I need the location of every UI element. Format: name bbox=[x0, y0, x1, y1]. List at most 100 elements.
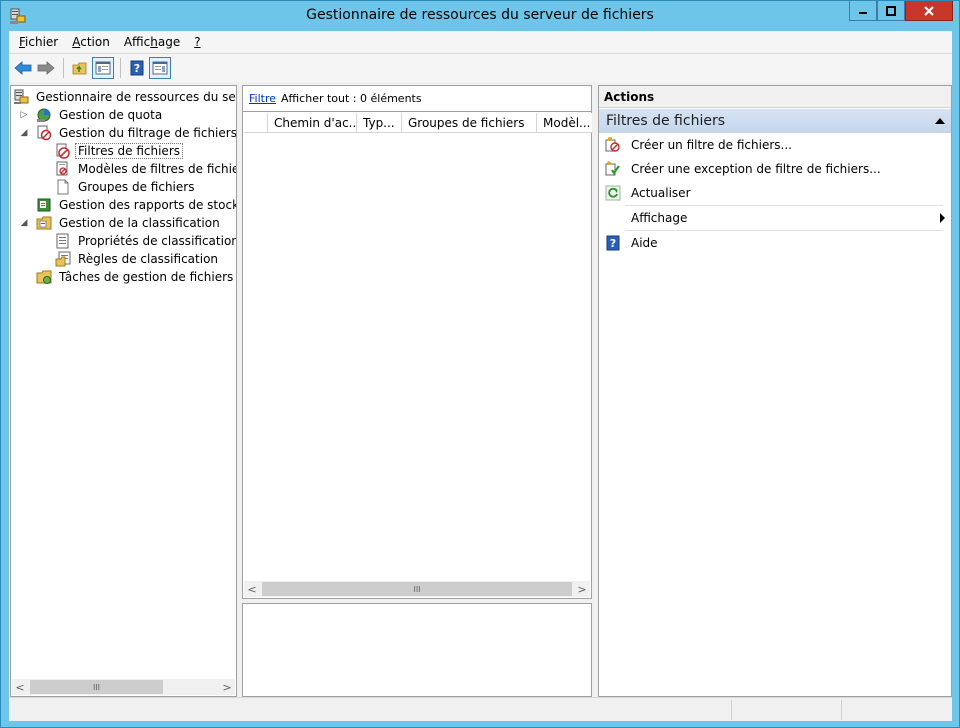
maximize-icon bbox=[886, 5, 896, 16]
action-label: Créer un filtre de fichiers... bbox=[631, 138, 792, 152]
show-hide-actions-icon bbox=[152, 61, 168, 75]
up-folder-button[interactable] bbox=[69, 57, 91, 79]
create-file-screen-icon bbox=[605, 137, 620, 152]
column-header-type[interactable]: Typ... bbox=[357, 113, 402, 133]
file-screen-template-icon bbox=[56, 161, 68, 176]
filter-bar: Filtre Afficher tout : 0 éléments bbox=[242, 85, 592, 111]
forward-arrow-icon bbox=[37, 61, 55, 75]
file-screens-list[interactable]: Chemin d'ac... Typ... Groupes de fichier… bbox=[242, 111, 592, 599]
create-exception-icon bbox=[605, 161, 620, 176]
tree-item-label: Gestion de la classification bbox=[59, 216, 220, 230]
tree-item-file-management-tasks[interactable]: Tâches de gestion de fichiers bbox=[36, 268, 236, 286]
action-view-submenu[interactable]: Affichage bbox=[599, 206, 951, 230]
toolbar-separator bbox=[120, 58, 121, 78]
list-horizontal-scrollbar[interactable]: < III > bbox=[244, 581, 590, 597]
server-icon bbox=[14, 89, 29, 104]
show-hide-actions-button[interactable] bbox=[149, 57, 171, 79]
menu-fichier-label: ichier bbox=[25, 35, 59, 49]
close-icon bbox=[924, 5, 934, 16]
tree-item-storage-reports[interactable]: Gestion des rapports de stockage bbox=[36, 196, 236, 214]
details-pane bbox=[242, 603, 592, 697]
actions-section-file-screens[interactable]: Filtres de fichiers bbox=[599, 109, 951, 133]
tree-item-classification[interactable]: ◢ Gestion de la classification bbox=[18, 214, 223, 232]
forward-button[interactable] bbox=[35, 57, 57, 79]
title-bar[interactable]: Gestionnaire de ressources du serveur de… bbox=[1, 1, 959, 31]
tree-item-label: Propriétés de classification bbox=[78, 234, 237, 248]
tree-item-classification-properties[interactable]: Propriétés de classification bbox=[55, 232, 237, 250]
minimize-icon bbox=[859, 11, 867, 14]
tree-item-label: Règles de classification bbox=[78, 252, 219, 266]
scroll-left-icon[interactable]: < bbox=[244, 581, 260, 597]
classification-property-icon bbox=[56, 233, 69, 249]
scroll-track[interactable]: III bbox=[260, 581, 574, 597]
console-tree[interactable]: Gestionnaire de ressources du serveur ▷ … bbox=[10, 85, 237, 697]
maximize-button[interactable] bbox=[877, 1, 905, 21]
list-body[interactable] bbox=[244, 134, 590, 581]
action-create-file-screen[interactable]: Créer un filtre de fichiers... bbox=[599, 133, 951, 157]
tree-item-classification-rules[interactable]: Règles de classification bbox=[55, 250, 221, 268]
scroll-right-icon[interactable]: > bbox=[574, 581, 590, 597]
scroll-thumb[interactable]: III bbox=[30, 680, 163, 694]
show-hide-tree-icon bbox=[95, 61, 111, 75]
tree-item-file-screen-templates[interactable]: Modèles de filtres de fichiers bbox=[55, 160, 237, 178]
expand-expanded-icon[interactable]: ◢ bbox=[18, 217, 30, 229]
action-create-exception[interactable]: Créer une exception de filtre de fichier… bbox=[599, 157, 951, 181]
help-icon: ? bbox=[606, 235, 620, 251]
menu-fichier[interactable]: Fichier bbox=[12, 35, 65, 49]
tree-horizontal-scrollbar[interactable]: < III > bbox=[12, 679, 235, 695]
tree-item-label: Gestion des rapports de stockage bbox=[59, 198, 236, 212]
results-pane: Filtre Afficher tout : 0 éléments Chemin… bbox=[242, 85, 592, 697]
action-label: Créer une exception de filtre de fichier… bbox=[631, 162, 881, 176]
column-header-template[interactable]: Modèl... bbox=[537, 113, 592, 133]
filter-link[interactable]: Filtre bbox=[249, 92, 276, 105]
action-label: Aide bbox=[631, 236, 658, 250]
scroll-left-icon[interactable]: < bbox=[12, 679, 28, 695]
tree-item-label: Modèles de filtres de fichiers bbox=[78, 162, 237, 176]
minimize-button[interactable] bbox=[849, 1, 877, 21]
expand-expanded-icon[interactable]: ◢ bbox=[18, 127, 30, 139]
window-title: Gestionnaire de ressources du serveur de… bbox=[306, 7, 654, 23]
storage-report-icon bbox=[37, 198, 51, 212]
filter-status: Afficher tout : 0 éléments bbox=[281, 92, 422, 105]
scroll-thumb[interactable]: III bbox=[262, 582, 572, 596]
menu-bar: Fichier Action Affichage ? bbox=[9, 31, 952, 53]
action-label: Actualiser bbox=[631, 186, 691, 200]
tree-item-file-groups[interactable]: Groupes de fichiers bbox=[55, 178, 197, 196]
quota-icon bbox=[37, 108, 51, 122]
menu-help[interactable]: ? bbox=[187, 35, 207, 49]
show-hide-tree-button[interactable] bbox=[92, 57, 114, 79]
tree-item-label: Gestion du filtrage de fichiers bbox=[59, 126, 237, 140]
help-button[interactable]: ? bbox=[126, 57, 148, 79]
tree-item-root[interactable]: Gestionnaire de ressources du serveur bbox=[13, 88, 236, 106]
back-button[interactable] bbox=[12, 57, 34, 79]
close-button[interactable] bbox=[905, 1, 953, 21]
status-bar bbox=[9, 697, 952, 721]
file-group-icon bbox=[57, 179, 69, 195]
tree-item-label: Gestion de quota bbox=[59, 108, 163, 122]
back-arrow-icon bbox=[14, 61, 32, 75]
expand-collapsed-icon[interactable]: ▷ bbox=[18, 109, 30, 121]
actions-header: Actions bbox=[599, 86, 951, 108]
menu-action[interactable]: Action bbox=[65, 35, 117, 49]
column-header-file-groups[interactable]: Groupes de fichiers bbox=[402, 113, 537, 133]
action-help[interactable]: ? Aide bbox=[599, 231, 951, 255]
column-header-icon[interactable] bbox=[244, 113, 268, 133]
tree-item-file-screens[interactable]: Filtres de fichiers bbox=[55, 142, 183, 160]
action-refresh[interactable]: Actualiser bbox=[599, 181, 951, 205]
menu-action-label: ction bbox=[80, 35, 110, 49]
scroll-right-icon[interactable]: > bbox=[219, 679, 235, 695]
menu-affichage-pre: Affic bbox=[123, 35, 151, 49]
toolbar: ? bbox=[9, 53, 952, 82]
tree-item-label: Tâches de gestion de fichiers bbox=[59, 270, 234, 284]
menu-affichage[interactable]: Affichage bbox=[117, 35, 187, 49]
collapse-up-icon[interactable] bbox=[935, 118, 945, 124]
app-window: Gestionnaire de ressources du serveur de… bbox=[0, 0, 960, 728]
tree-item-label: Gestionnaire de ressources du serveur bbox=[36, 90, 236, 104]
tree-item-quota[interactable]: ▷ Gestion de quota bbox=[18, 106, 165, 124]
scroll-track[interactable]: III bbox=[28, 679, 219, 695]
svg-text:?: ? bbox=[610, 237, 616, 250]
help-icon: ? bbox=[130, 60, 144, 76]
column-header-path[interactable]: Chemin d'ac... bbox=[268, 113, 357, 133]
status-cell bbox=[731, 700, 732, 720]
tree-item-file-screening[interactable]: ◢ Gestion du filtrage de fichiers bbox=[18, 124, 237, 142]
